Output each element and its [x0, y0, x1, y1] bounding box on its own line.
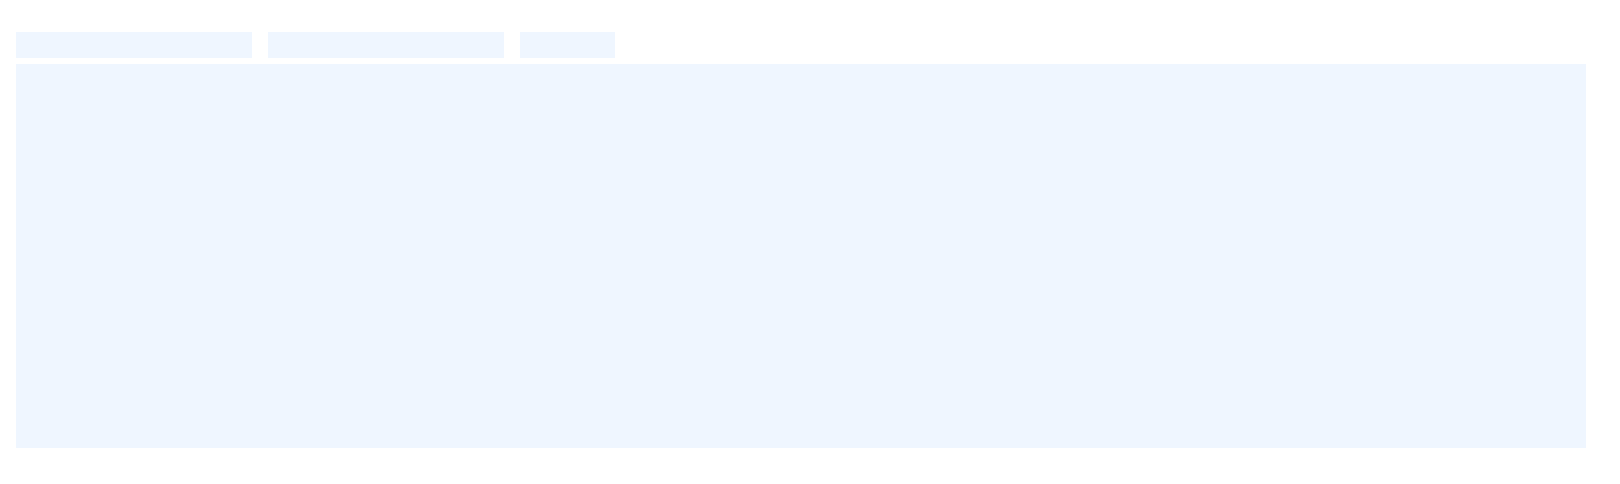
loading-page [0, 0, 1620, 484]
tab-placeholder-2 [268, 32, 504, 58]
tab-placeholder-1 [16, 32, 252, 58]
content-placeholder [16, 64, 1586, 448]
tab-placeholder-3 [520, 32, 615, 58]
